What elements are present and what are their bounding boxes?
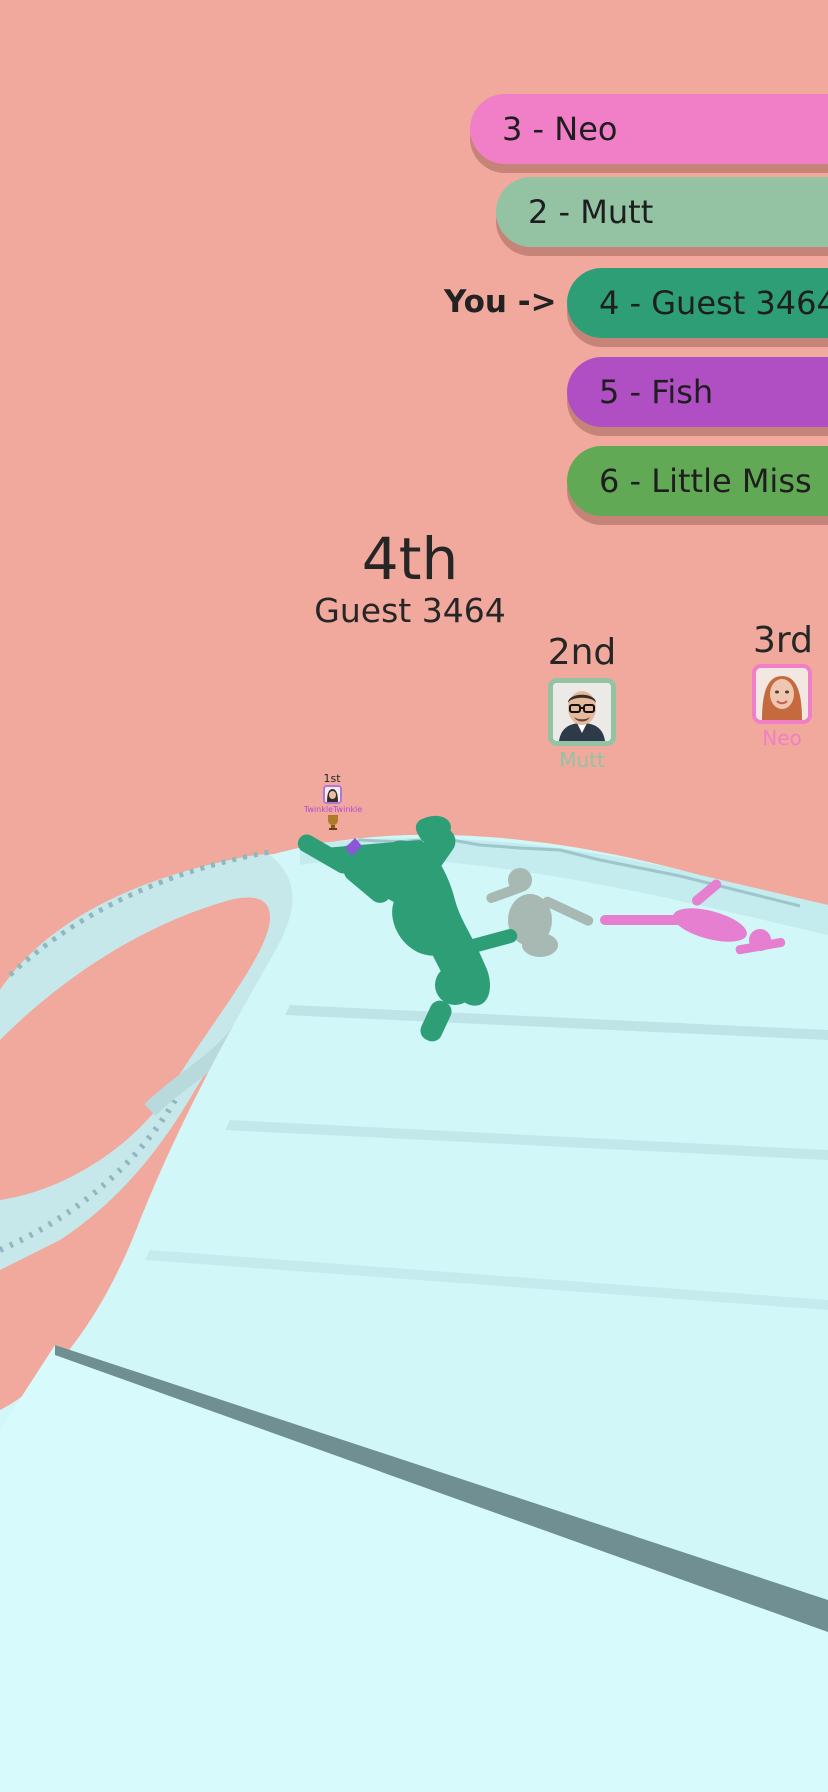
game-screen: 3 - Neo 2 - Mutt 4 - Guest 3464 5 - Fish… (0, 0, 828, 1792)
rival-place-1st: 1st (323, 772, 341, 785)
player-name: Guest 3464 (314, 591, 506, 630)
player-place: 4th (361, 525, 459, 593)
avatar-twinkletwinkle (323, 785, 342, 804)
rival-name-neo: Neo (762, 726, 802, 750)
rival-name-mutt: Mutt (559, 748, 605, 772)
leaderboard-row: 3 - Neo (470, 94, 828, 164)
avatar-neo (752, 664, 812, 724)
avatar-mutt (548, 678, 616, 746)
rival-place-2nd: 2nd (547, 632, 617, 673)
leaderboard-row: 6 - Little Miss (567, 446, 828, 516)
leaderboard-row: 5 - Fish (567, 357, 828, 427)
rival-place-3rd: 3rd (753, 620, 813, 661)
trophy-icon (328, 815, 338, 830)
leaderboard-row: 2 - Mutt (496, 177, 828, 247)
leaderboard-row-current-player: 4 - Guest 3464 (567, 268, 828, 338)
rival-name-twinkletwinkle: TwinkleTwinkle (303, 805, 363, 814)
you-indicator-label: You -> (444, 284, 557, 320)
